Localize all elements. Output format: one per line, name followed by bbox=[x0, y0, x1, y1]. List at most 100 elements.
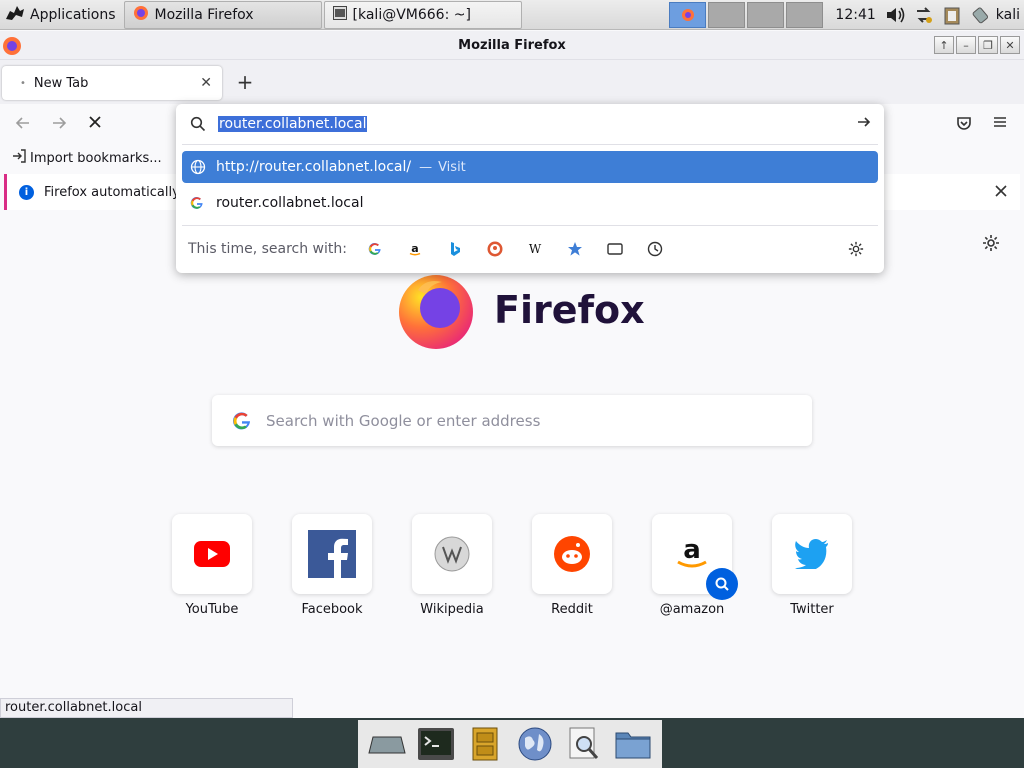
customize-settings-button[interactable] bbox=[982, 234, 1000, 257]
facebook-icon bbox=[308, 530, 356, 578]
clock-icon bbox=[647, 241, 663, 257]
result-separator: — bbox=[419, 159, 433, 175]
volume-icon[interactable] bbox=[885, 4, 907, 26]
clipboard-icon[interactable] bbox=[941, 4, 963, 26]
workspace-1[interactable] bbox=[669, 1, 707, 28]
file-manager-launcher[interactable] bbox=[612, 724, 654, 764]
shortcut-twitter[interactable]: Twitter bbox=[772, 514, 892, 617]
engine-wikipedia[interactable]: W bbox=[523, 237, 547, 261]
back-button[interactable] bbox=[12, 114, 34, 136]
clock[interactable]: 12:41 bbox=[835, 7, 875, 23]
firefox-logo-icon bbox=[2, 36, 22, 60]
shortcut-tile[interactable] bbox=[292, 514, 372, 594]
globe-icon bbox=[190, 159, 206, 175]
workspace-2[interactable] bbox=[708, 1, 746, 28]
engine-google[interactable] bbox=[363, 237, 387, 261]
close-icon bbox=[89, 116, 101, 128]
terminal-icon bbox=[417, 728, 454, 760]
shortcut-label: Twitter bbox=[790, 602, 834, 617]
shortcut-tile[interactable] bbox=[172, 514, 252, 594]
tab-close-icon[interactable]: ✕ bbox=[200, 75, 212, 91]
search-files-launcher[interactable] bbox=[563, 724, 605, 764]
new-tab-button[interactable]: + bbox=[234, 72, 256, 94]
firefox-icon bbox=[133, 5, 149, 25]
engine-bing[interactable] bbox=[443, 237, 467, 261]
window-title: Mozilla Firefox bbox=[458, 37, 566, 53]
shortcut-facebook[interactable]: Facebook bbox=[292, 514, 412, 617]
urlbar-input[interactable]: router.collabnet.local bbox=[218, 116, 368, 132]
arrow-right-icon bbox=[858, 117, 871, 127]
folder-icon bbox=[615, 732, 651, 759]
wikipedia-icon bbox=[434, 536, 470, 572]
newtab-search-box[interactable] bbox=[212, 395, 812, 446]
web-browser-launcher[interactable] bbox=[514, 724, 556, 764]
stop-button[interactable] bbox=[84, 114, 106, 136]
search-with-label: This time, search with: bbox=[188, 241, 347, 257]
forward-arrow-icon bbox=[53, 117, 67, 129]
shortcut-youtube[interactable]: YouTube bbox=[172, 514, 292, 617]
go-button[interactable] bbox=[856, 114, 872, 134]
sponsored-search-badge bbox=[706, 568, 738, 600]
power-plug-icon[interactable] bbox=[969, 4, 991, 26]
tab-icon bbox=[607, 243, 623, 255]
shortcut-amazon[interactable]: a @amazon bbox=[652, 514, 772, 617]
taskbar-item-firefox[interactable]: Mozilla Firefox bbox=[123, 0, 322, 29]
shortcut-tile[interactable] bbox=[532, 514, 612, 594]
app-menu-button[interactable] bbox=[989, 114, 1011, 136]
taskbar-item-terminal[interactable]: [kali@VM666: ~] bbox=[323, 0, 522, 29]
urlbar-result-visit[interactable]: http://router.collabnet.local/ — Visit bbox=[182, 151, 878, 183]
workspace-4[interactable] bbox=[786, 1, 824, 28]
network-icon[interactable] bbox=[913, 4, 935, 26]
twitter-icon bbox=[795, 539, 828, 569]
search-icon bbox=[715, 577, 729, 591]
taskbar-item-label: Mozilla Firefox bbox=[154, 6, 254, 23]
back-arrow-icon bbox=[15, 117, 29, 129]
search-bookmarks-button[interactable] bbox=[563, 237, 587, 261]
engine-duckduckgo[interactable] bbox=[483, 237, 507, 261]
reddit-icon bbox=[554, 536, 590, 572]
firefox-logo-icon bbox=[399, 275, 473, 349]
tab-label: New Tab bbox=[33, 75, 89, 91]
shortcut-tile[interactable] bbox=[772, 514, 852, 594]
wikipedia-icon: W bbox=[529, 242, 542, 256]
workspace-3[interactable] bbox=[747, 1, 785, 28]
window-up-button[interactable]: ↑ bbox=[934, 36, 954, 54]
user-menu[interactable]: kali bbox=[996, 7, 1020, 23]
divider bbox=[182, 144, 878, 145]
svg-text:a: a bbox=[411, 242, 418, 255]
shortcut-reddit[interactable]: Reddit bbox=[532, 514, 652, 617]
file-cabinet-launcher[interactable] bbox=[464, 724, 506, 764]
forward-button[interactable] bbox=[48, 114, 70, 136]
firefox-icon bbox=[681, 8, 694, 21]
shortcut-label: Facebook bbox=[301, 602, 363, 617]
applications-menu[interactable]: Applications bbox=[0, 0, 122, 30]
search-tabs-button[interactable] bbox=[603, 237, 627, 261]
shortcut-tile[interactable]: a bbox=[652, 514, 738, 600]
urlbar[interactable]: router.collabnet.local bbox=[176, 104, 884, 144]
close-icon bbox=[995, 185, 1007, 197]
show-desktop-launcher[interactable] bbox=[366, 724, 408, 764]
google-icon bbox=[368, 242, 381, 255]
shortcut-wikipedia[interactable]: Wikipedia bbox=[412, 514, 532, 617]
hamburger-icon bbox=[994, 117, 1006, 127]
top-panel: Applications Mozilla Firefox [kali@VM666… bbox=[0, 0, 1024, 30]
search-history-button[interactable] bbox=[643, 237, 667, 261]
window-maximize-button[interactable]: ❐ bbox=[978, 36, 998, 54]
shortcut-tile[interactable] bbox=[412, 514, 492, 594]
newtab-search-input[interactable] bbox=[266, 411, 786, 430]
tab-new-tab[interactable]: • New Tab ✕ bbox=[2, 66, 222, 100]
notification-close-button[interactable] bbox=[994, 182, 1008, 203]
youtube-icon bbox=[194, 541, 230, 567]
pocket-button[interactable] bbox=[953, 114, 975, 136]
window-minimize-button[interactable]: – bbox=[956, 36, 976, 54]
duckduckgo-icon bbox=[487, 241, 503, 257]
google-icon bbox=[233, 411, 250, 429]
urlbar-dropdown: router.collabnet.local http://router.col… bbox=[176, 104, 884, 273]
terminal-launcher[interactable] bbox=[415, 724, 457, 764]
search-settings-button[interactable] bbox=[844, 237, 868, 261]
applications-label: Applications bbox=[30, 6, 116, 23]
engine-amazon[interactable]: a bbox=[403, 237, 427, 261]
import-bookmarks-link[interactable]: Import bookmarks... bbox=[30, 151, 162, 166]
window-close-button[interactable]: ✕ bbox=[1000, 36, 1020, 54]
urlbar-result-search[interactable]: router.collabnet.local bbox=[182, 187, 878, 219]
